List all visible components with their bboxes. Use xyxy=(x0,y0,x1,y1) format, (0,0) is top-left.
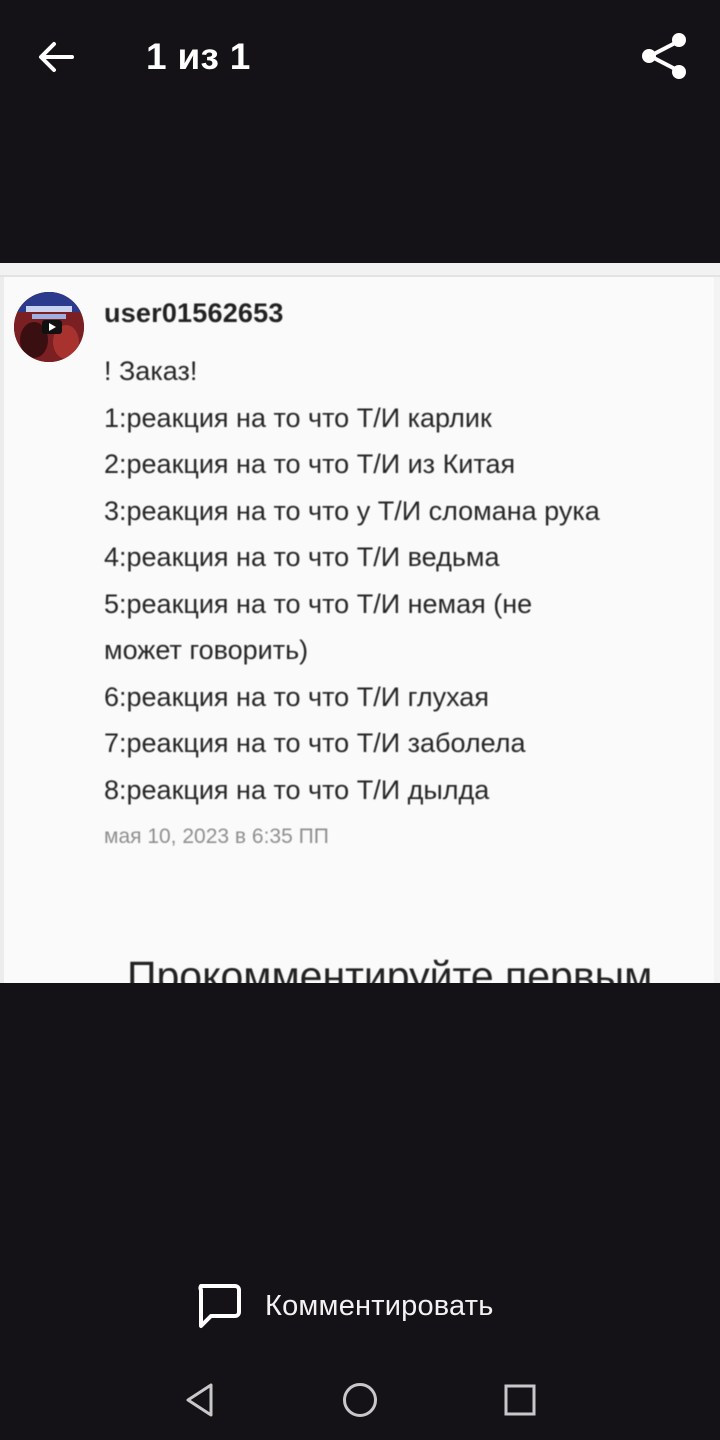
arrow-left-icon xyxy=(39,42,74,72)
image-right-edge xyxy=(714,277,720,983)
post-timestamp: мая 10, 2023 в 6:35 ПП xyxy=(104,825,329,848)
post-line: 3:реакция на то что у Т/И сломана рука xyxy=(104,495,600,526)
image-top-border xyxy=(0,263,720,277)
post-line: ! Заказ! xyxy=(104,356,198,386)
comment-button[interactable]: Комментировать xyxy=(193,1276,494,1336)
circle-home-icon xyxy=(343,1383,377,1417)
post-line: 4:реакция на то что Т/И ведьма xyxy=(104,542,500,572)
top-bar: 1 из 1 xyxy=(0,0,720,120)
comment-button-label: Комментировать xyxy=(265,1289,494,1322)
username: user01562653 xyxy=(104,298,284,328)
page-title: 1 из 1 xyxy=(146,36,251,77)
post-line: может говорить) xyxy=(104,635,309,665)
system-nav-bar xyxy=(0,1360,720,1440)
triangle-back-icon xyxy=(186,1383,213,1417)
image-left-edge xyxy=(0,277,4,983)
share-icon xyxy=(642,33,686,79)
comment-bar: Комментировать xyxy=(0,1270,720,1340)
post-text: ! Заказ! 1:реакция на то что Т/И карлик … xyxy=(104,348,704,813)
share-button[interactable] xyxy=(636,28,692,84)
screenshot-image[interactable]: user01562653 ! Заказ! 1:реакция на то чт… xyxy=(0,263,720,983)
comment-icon xyxy=(198,1284,241,1328)
post-line: 6:реакция на то что Т/И глухая xyxy=(104,681,489,712)
nav-home-button[interactable] xyxy=(338,1378,382,1422)
post-line: 1:реакция на то что Т/И карлик xyxy=(104,402,492,433)
nav-back-button[interactable] xyxy=(178,1378,222,1422)
square-recents-icon xyxy=(504,1384,536,1416)
post-line: 8:реакция на то что Т/И дылда xyxy=(104,774,490,805)
post-line: 5:реакция на то что Т/И немая (не xyxy=(104,588,533,619)
nav-recents-button[interactable] xyxy=(498,1378,542,1422)
post-line: 2:реакция на то что Т/И из Китая xyxy=(104,449,516,479)
avatar xyxy=(14,292,84,362)
back-button[interactable] xyxy=(30,33,82,81)
post-line: 7:реакция на то что Т/И заболела xyxy=(104,728,526,758)
comment-prompt-text: Прокомментируйте первым xyxy=(127,953,653,983)
